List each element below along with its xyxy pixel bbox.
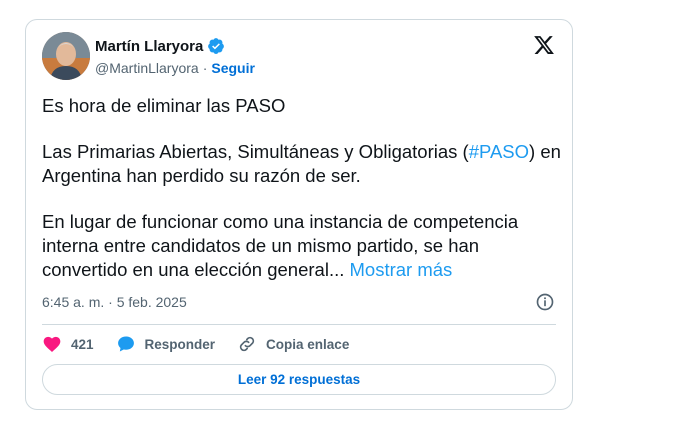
author-name[interactable]: Martín Llaryora (95, 38, 203, 55)
info-icon[interactable] (535, 292, 555, 312)
divider (42, 324, 556, 325)
paragraph-1: Es hora de eliminar las PASO (42, 95, 286, 116)
speech-bubble-icon (117, 336, 134, 352)
paragraph-2-start: Las Primarias Abiertas, Simultáneas y Ob… (42, 141, 469, 162)
link-icon (239, 336, 255, 352)
tweet-card[interactable]: Martín Llaryora @MartinLlaryora · Seguir… (25, 19, 573, 410)
like-button[interactable]: 421 (42, 334, 94, 354)
reply-button[interactable]: Responder (116, 334, 216, 354)
paragraph-2: Las Primarias Abiertas, Simultáneas y Ob… (42, 140, 562, 188)
copy-link-label: Copia enlace (266, 336, 350, 352)
author-handle[interactable]: @MartinLlaryora (95, 60, 199, 76)
timestamp[interactable]: 6:45 a. m. · 5 feb. 2025 (42, 294, 187, 310)
show-more-link[interactable]: Mostrar más (350, 259, 453, 280)
like-count: 421 (71, 336, 94, 352)
avatar-photo (42, 32, 90, 80)
hashtag-link[interactable]: #PASO (469, 141, 529, 162)
tweet-text: Es hora de eliminar las PASO Las Primari… (42, 94, 562, 304)
verified-badge-icon (208, 38, 225, 54)
paragraph-3: En lugar de funcionar como una instancia… (42, 210, 562, 282)
reply-label: Responder (144, 336, 216, 352)
x-logo-icon[interactable] (533, 34, 555, 56)
avatar[interactable] (42, 32, 90, 80)
follow-button[interactable]: Seguir (211, 60, 255, 76)
copy-link-button[interactable]: Copia enlace (237, 334, 349, 354)
separator-dot: · (202, 60, 208, 76)
heart-icon (43, 336, 61, 352)
read-replies-button[interactable]: Leer 92 respuestas (42, 364, 556, 395)
